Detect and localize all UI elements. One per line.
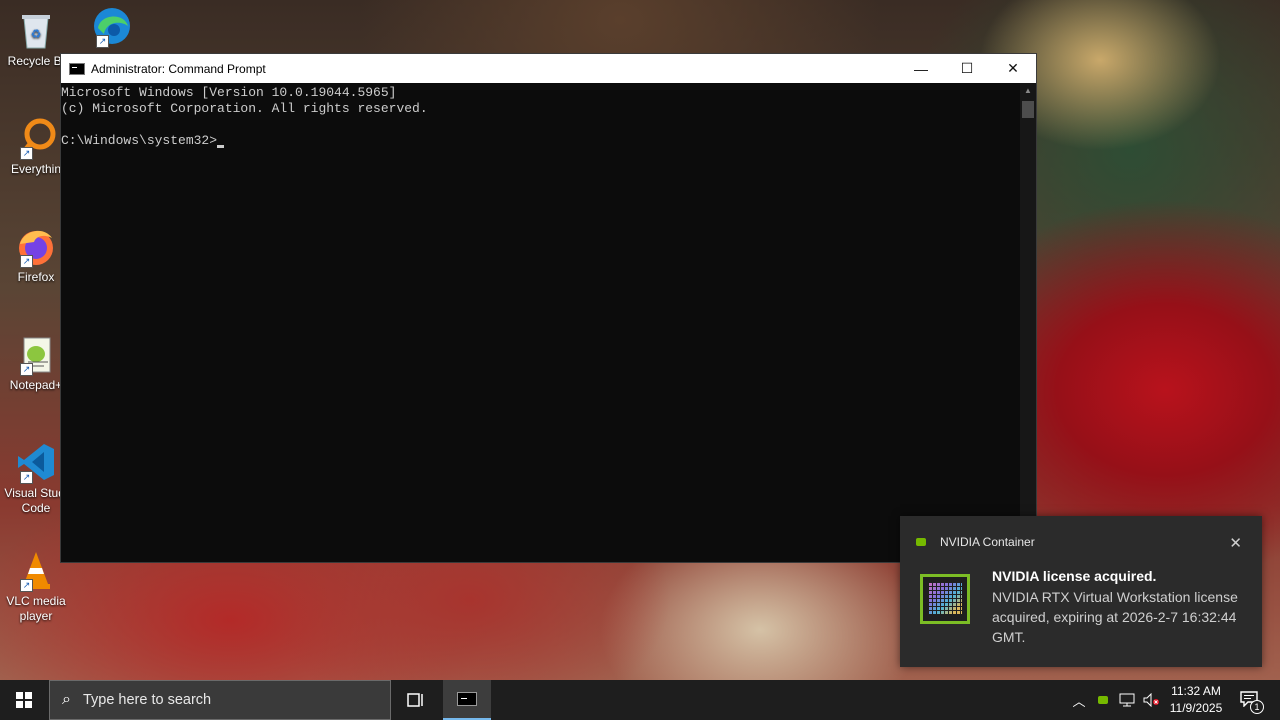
- vlc-icon: ↗: [14, 548, 58, 592]
- command-prompt-window[interactable]: Administrator: Command Prompt — ☐ ✕ Micr…: [60, 53, 1037, 563]
- close-button[interactable]: ✕: [990, 54, 1036, 83]
- volume-muted-icon: [1143, 693, 1159, 707]
- cmd-app-icon: [69, 62, 85, 75]
- recycle-bin-icon: ♻: [14, 8, 58, 52]
- vertical-scrollbar[interactable]: ▲: [1020, 83, 1036, 562]
- clock-time: 11:32 AM: [1171, 684, 1221, 698]
- shortcut-arrow-icon: ↗: [20, 579, 33, 592]
- tray-volume-icon[interactable]: [1140, 680, 1162, 720]
- text-cursor: [217, 145, 225, 148]
- desktop-icon-label: VLC media player: [6, 594, 66, 623]
- taskbar-clock[interactable]: 11:32 AM 11/9/2025: [1162, 680, 1230, 720]
- notifications-icon: 1: [1240, 690, 1264, 714]
- console-output[interactable]: Microsoft Windows [Version 10.0.19044.59…: [61, 83, 1020, 562]
- action-center-button[interactable]: 1: [1234, 680, 1264, 720]
- nvidia-logo-icon: [916, 538, 926, 546]
- tray-network-icon[interactable]: [1116, 680, 1138, 720]
- notification-toast[interactable]: NVIDIA Container ✕ NVIDIA license acquir…: [900, 516, 1262, 667]
- search-placeholder: Type here to search: [82, 692, 212, 708]
- vscode-icon: ↗: [14, 440, 58, 484]
- task-view-icon: [407, 693, 423, 707]
- start-button[interactable]: [0, 680, 48, 720]
- scrollbar-thumb[interactable]: [1022, 101, 1034, 118]
- notification-close-button[interactable]: ✕: [1229, 534, 1242, 552]
- console-prompt: C:\Windows\system32>: [61, 133, 218, 148]
- edge-icon: ↗: [90, 4, 134, 48]
- notification-app-name: NVIDIA Container: [940, 535, 1035, 549]
- window-titlebar[interactable]: Administrator: Command Prompt — ☐ ✕: [61, 54, 1036, 83]
- search-icon: ⌕: [62, 691, 71, 708]
- desktop-icon-edge[interactable]: ↗: [76, 4, 148, 50]
- notepad-plus-plus-icon: ↗: [14, 332, 58, 376]
- shortcut-arrow-icon: ↗: [20, 147, 33, 160]
- console-line: (c) Microsoft Corporation. All rights re…: [61, 101, 428, 116]
- nvidia-logo-icon: [1098, 696, 1108, 704]
- notification-body: NVIDIA RTX Virtual Workstation license a…: [992, 589, 1238, 645]
- shortcut-arrow-icon: ↗: [20, 471, 33, 484]
- task-view-button[interactable]: [392, 680, 440, 720]
- show-hidden-icons-button[interactable]: ︿: [1068, 680, 1090, 720]
- svg-text:♻: ♻: [31, 27, 42, 41]
- notification-count-badge: 1: [1250, 699, 1264, 714]
- shortcut-arrow-icon: ↗: [96, 35, 109, 48]
- console-prompt-line[interactable]: C:\Windows\system32>: [61, 133, 1020, 149]
- taskbar-app-command-prompt[interactable]: [443, 680, 491, 720]
- gpu-chip-icon: [920, 574, 970, 624]
- console-line: Microsoft Windows [Version 10.0.19044.59…: [61, 85, 397, 100]
- clock-date: 11/9/2025: [1169, 701, 1223, 715]
- cmd-app-icon: [457, 692, 477, 706]
- taskbar: ⌕ Type here to search ︿ 11:32 AM 11/9/20…: [0, 680, 1280, 720]
- firefox-icon: ↗: [14, 224, 58, 268]
- notification-header: NVIDIA Container: [916, 535, 1035, 549]
- notification-title: NVIDIA license acquired.: [992, 568, 1157, 584]
- scroll-up-icon[interactable]: ▲: [1020, 83, 1036, 99]
- maximize-button[interactable]: ☐: [944, 54, 990, 83]
- shortcut-arrow-icon: ↗: [20, 255, 33, 268]
- tray-nvidia-icon[interactable]: [1092, 680, 1114, 720]
- window-title: Administrator: Command Prompt: [91, 61, 266, 76]
- everything-search-icon: ↗: [14, 116, 58, 160]
- windows-logo-icon: [16, 692, 32, 708]
- shortcut-arrow-icon: ↗: [20, 363, 33, 376]
- taskbar-search-box[interactable]: ⌕ Type here to search: [49, 680, 391, 720]
- network-icon: [1119, 693, 1135, 707]
- chevron-up-icon: ︿: [1072, 693, 1086, 709]
- minimize-button[interactable]: —: [898, 54, 944, 83]
